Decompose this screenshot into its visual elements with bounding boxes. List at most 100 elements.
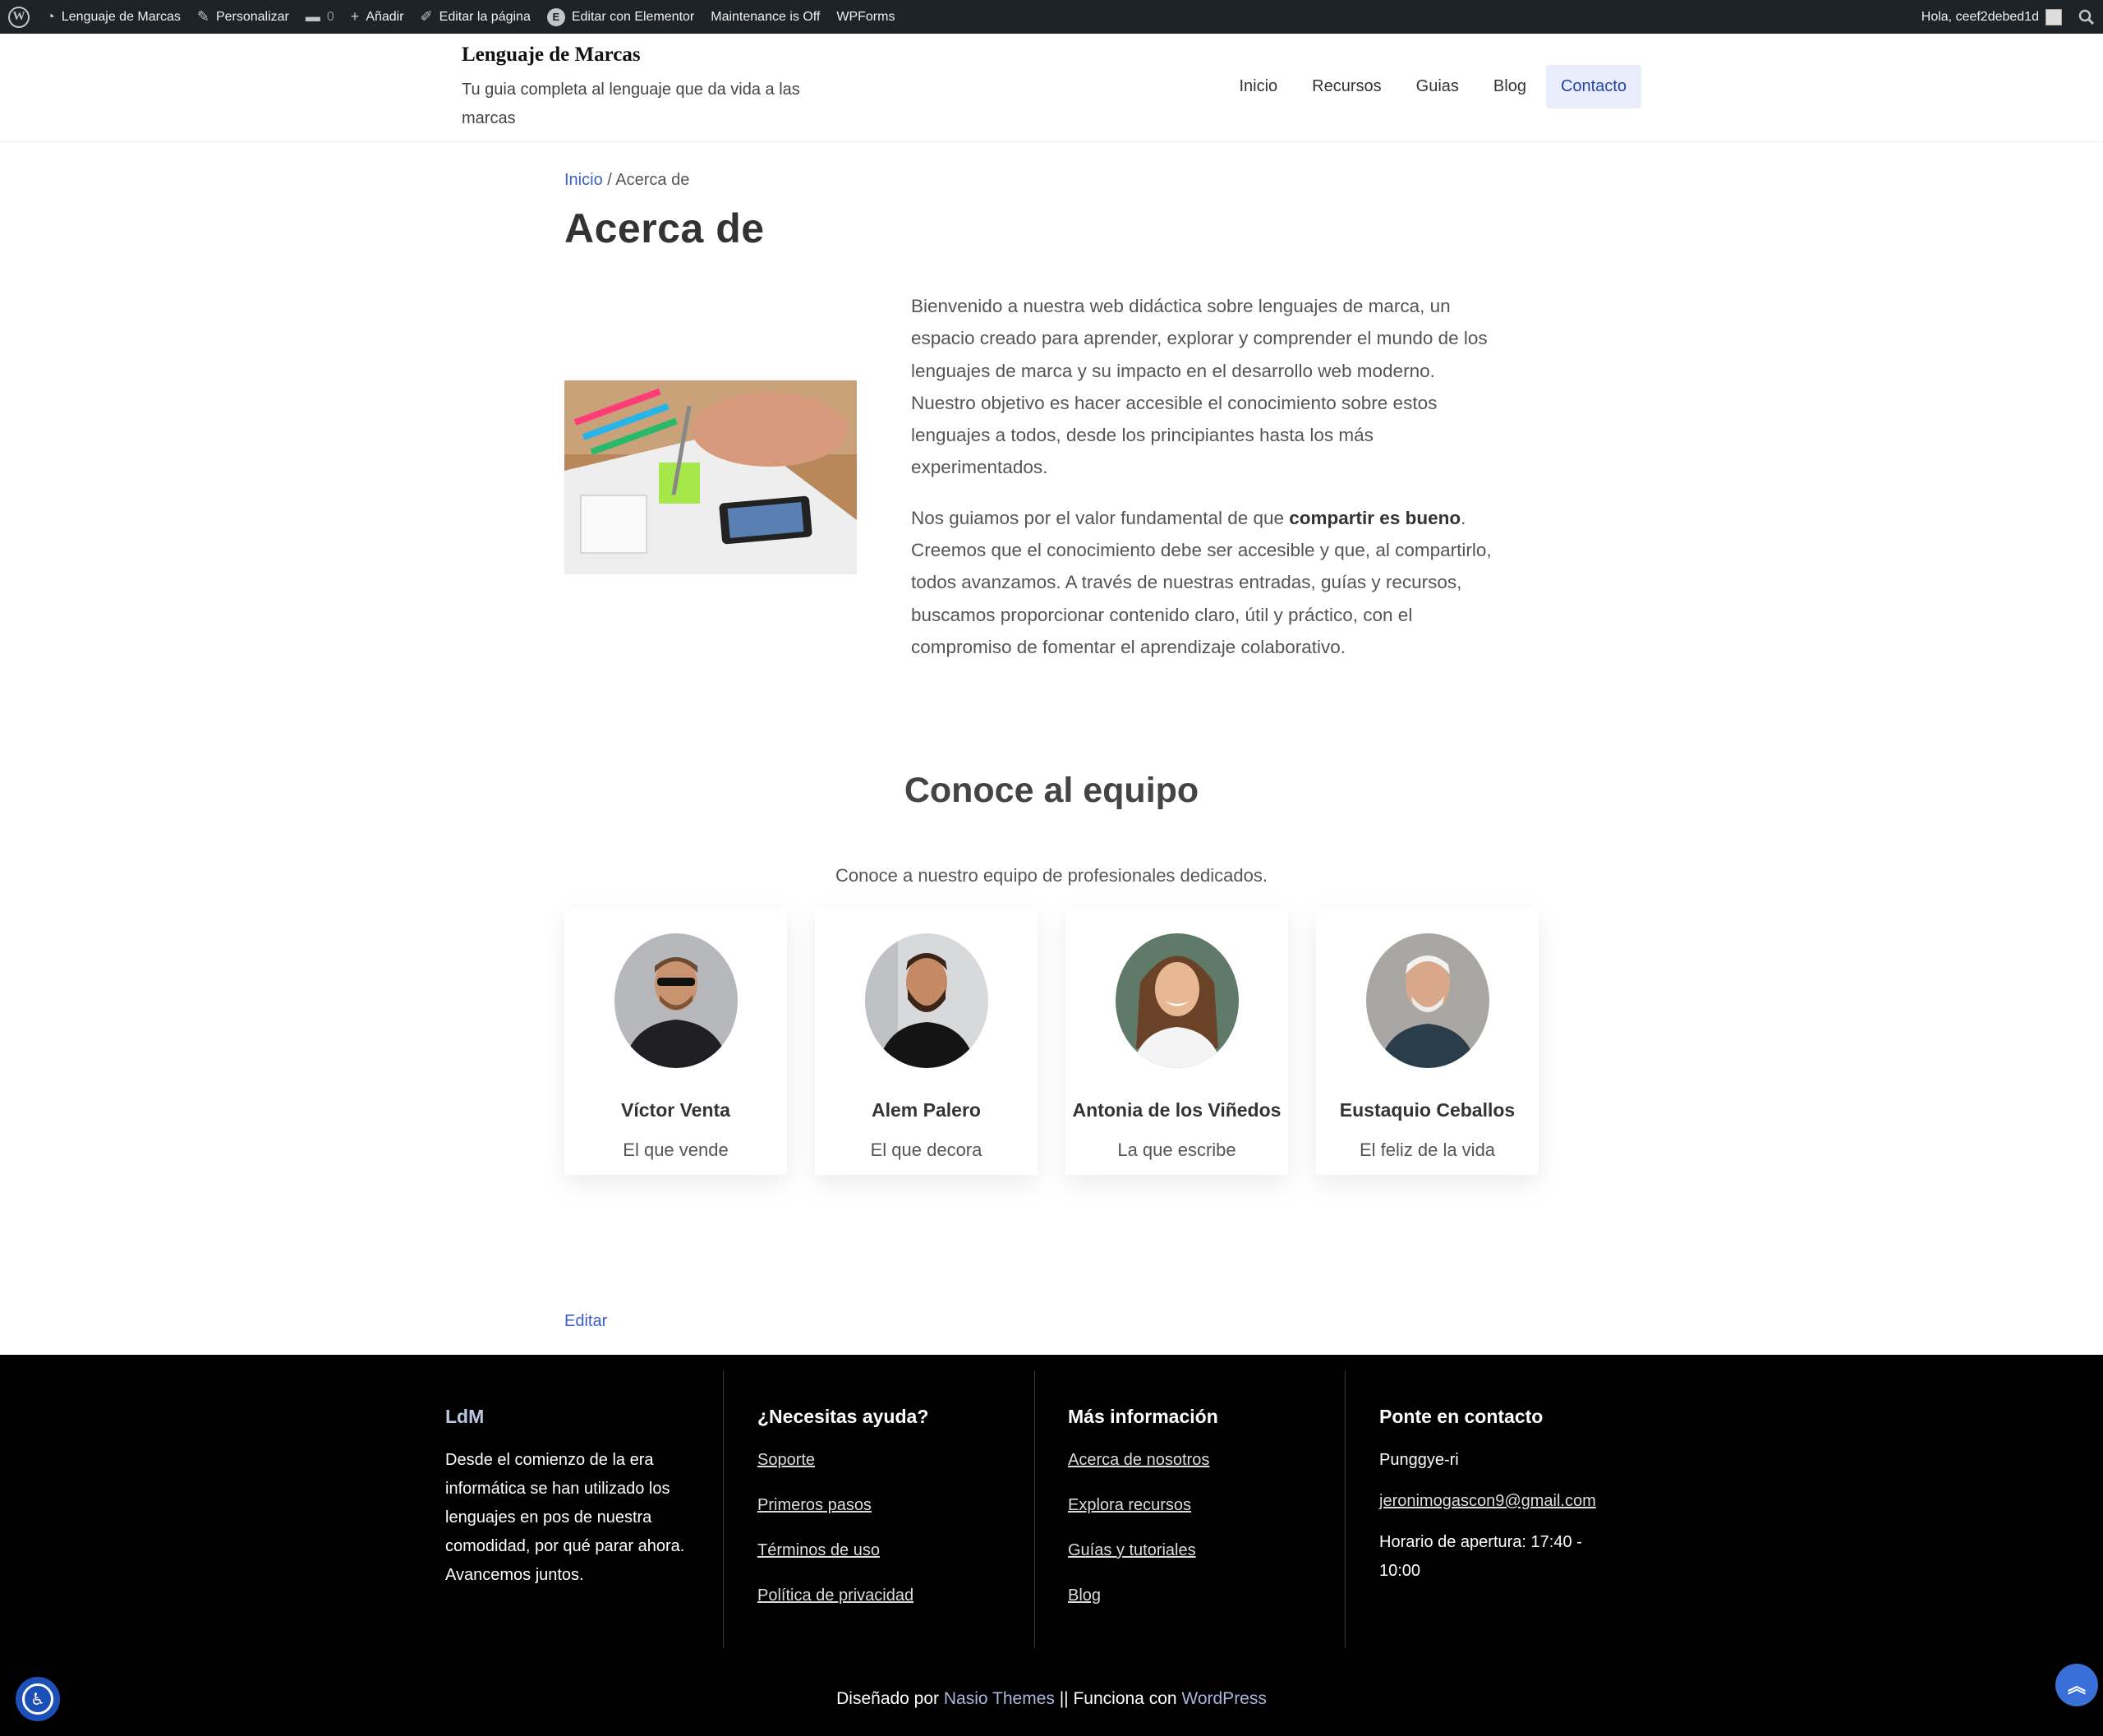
footer-col-about: LdM Desde el comienzo de la era informát… xyxy=(445,1370,692,1648)
site-tagline: Tu guia completa al lenguaje que da vida… xyxy=(462,80,800,127)
about-text: Bienvenido a nuestra web didáctica sobre… xyxy=(911,290,1496,681)
admin-elementor-label: Editar con Elementor xyxy=(571,9,695,24)
footer-link-guias[interactable]: Guías y tutoriales xyxy=(1068,1541,1196,1559)
copyright: Diseñado por Nasio Themes || Funciona co… xyxy=(0,1689,2103,1709)
about-image xyxy=(564,380,857,574)
copyright-text: Diseñado por xyxy=(836,1689,944,1708)
team-card: Alem Palero El que decora xyxy=(815,909,1038,1175)
admin-search[interactable] xyxy=(2070,0,2103,34)
breadcrumb-home[interactable]: Inicio xyxy=(564,171,603,189)
footer-contact-email[interactable]: jeronimogascon9@gmail.com xyxy=(1379,1492,1596,1510)
admin-site-name[interactable]: ◔ Lenguaje de Marcas xyxy=(38,0,189,34)
admin-maintenance-label: Maintenance is Off xyxy=(711,9,821,24)
admin-site-name-label: Lenguaje de Marcas xyxy=(61,9,181,24)
admin-customize-label: Personalizar xyxy=(215,9,289,24)
nav-guias[interactable]: Guias xyxy=(1401,65,1474,108)
site-title[interactable]: Lenguaje de Marcas xyxy=(462,42,848,69)
admin-edit-page-label: Editar la página xyxy=(439,9,531,24)
nav-inicio[interactable]: Inicio xyxy=(1224,65,1292,108)
team-member-role: El que decora xyxy=(870,1140,982,1160)
footer-col-title: ¿Necesitas ayuda? xyxy=(757,1406,929,1427)
footer-col-help: ¿Necesitas ayuda? Soporte Primeros pasos… xyxy=(723,1370,1033,1648)
footer-contact-hours: Horario de apertura: 17:40 - 10:00 xyxy=(1379,1533,1582,1580)
team-member-photo xyxy=(614,933,738,1068)
team-member-name: Eustaquio Ceballos xyxy=(1339,1099,1516,1121)
wordpress-menu[interactable]: W xyxy=(0,0,38,34)
footer-contact-place: Punggye-ri xyxy=(1379,1451,1459,1469)
search-icon xyxy=(2078,9,2095,25)
admin-edit-page[interactable]: ✐ Editar la página xyxy=(412,0,539,34)
team-title: Conoce al equipo xyxy=(904,771,1199,810)
about-p2-text: Nos guiamos por el valor fundamental de … xyxy=(911,507,1290,528)
breadcrumb: Inicio / Acerca de xyxy=(564,171,689,190)
team-card: Antonia de los Viñedos La que escribe xyxy=(1065,909,1288,1175)
about-paragraph-1: Bienvenido a nuestra web didáctica sobre… xyxy=(911,296,1488,478)
comment-icon: ▬ xyxy=(305,8,320,25)
footer-link-terminos[interactable]: Términos de uso xyxy=(757,1541,880,1559)
admin-greeting: Hola, ceef2debed1d xyxy=(1921,9,2039,24)
team-subtitle: Conoce a nuestro equipo de profesionales… xyxy=(835,865,1268,886)
main-nav: Inicio Recursos Guias Blog Contacto xyxy=(1224,65,1641,108)
nav-contacto[interactable]: Contacto xyxy=(1545,65,1641,108)
nav-blog[interactable]: Blog xyxy=(1479,65,1541,108)
team-card: Víctor Venta El que vende xyxy=(564,909,787,1175)
nav-recursos[interactable]: Recursos xyxy=(1297,65,1396,108)
team-member-role: La que escribe xyxy=(1117,1140,1236,1160)
team-member-photo xyxy=(1115,933,1239,1068)
avatar xyxy=(2045,8,2062,25)
team-member-name: Víctor Venta xyxy=(621,1099,730,1121)
plus-icon: + xyxy=(350,8,360,25)
about-p2-text-end: . Creemos que el conocimiento debe ser a… xyxy=(911,507,1492,657)
footer-about-text: Desde el comienzo de la era informática … xyxy=(445,1451,685,1584)
team-member-name: Antonia de los Viñedos xyxy=(1072,1099,1282,1121)
admin-comments[interactable]: ▬ 0 xyxy=(297,0,343,34)
brush-icon: ✎ xyxy=(196,8,209,25)
team-member-role: El que vende xyxy=(623,1140,729,1160)
page-title: Acerca de xyxy=(564,205,765,251)
footer-col-contact: Ponte en contacto Punggye-ri jeronimogas… xyxy=(1345,1370,1616,1648)
footer-col-info: Más información Acerca de nosotros Explo… xyxy=(1034,1370,1345,1648)
admin-wpforms[interactable]: WPForms xyxy=(828,0,903,34)
wordpress-logo-icon: W xyxy=(8,6,30,28)
footer-link-soporte[interactable]: Soporte xyxy=(757,1451,815,1469)
breadcrumb-separator: / xyxy=(607,171,612,189)
footer-help-links: Soporte Primeros pasos Términos de uso P… xyxy=(757,1446,1033,1610)
footer-col-title: Ponte en contacto xyxy=(1379,1406,1544,1427)
admin-bar: W ◔ Lenguaje de Marcas ✎ Personalizar ▬ … xyxy=(0,0,2103,34)
admin-wpforms-label: WPForms xyxy=(836,9,895,24)
pencil-icon: ✐ xyxy=(420,8,433,25)
site-footer: LdM Desde el comienzo de la era informát… xyxy=(0,1355,2103,1736)
team-member-role: El feliz de la vida xyxy=(1359,1140,1496,1160)
team-member-name: Alem Palero xyxy=(872,1099,981,1121)
about-paragraph-2: Nos guiamos por el valor fundamental de … xyxy=(911,502,1496,663)
copyright-text-mid: || Funciona con xyxy=(1054,1689,1182,1708)
footer-link-primeros-pasos[interactable]: Primeros pasos xyxy=(757,1496,872,1514)
footer-col-title: Más información xyxy=(1068,1406,1218,1427)
admin-new-label: Añadir xyxy=(366,9,404,24)
dashboard-icon: ◔ xyxy=(46,8,55,25)
about-p2-highlight: compartir es bueno xyxy=(1289,507,1461,528)
breadcrumb-current: Acerca de xyxy=(615,171,690,189)
team-card: Eustaquio Ceballos El feliz de la vida xyxy=(1316,909,1539,1175)
team-cards: Víctor Venta El que vende Alem Palero El… xyxy=(564,909,1539,1175)
brand: Lenguaje de Marcas Tu guia completa al l… xyxy=(462,42,848,133)
elementor-icon: E xyxy=(546,7,565,26)
accessibility-button[interactable]: ♿ xyxy=(16,1677,60,1721)
edit-link[interactable]: Editar xyxy=(564,1312,607,1331)
admin-customize[interactable]: ✎ Personalizar xyxy=(189,0,297,34)
double-chevron-up-icon: ︽ xyxy=(2067,1676,2086,1697)
footer-link-blog[interactable]: Blog xyxy=(1068,1586,1101,1605)
footer-link-recursos[interactable]: Explora recursos xyxy=(1068,1496,1191,1514)
theme-link[interactable]: Nasio Themes xyxy=(944,1689,1055,1708)
admin-account[interactable]: Hola, ceef2debed1d xyxy=(1913,0,2070,34)
wordpress-link[interactable]: WordPress xyxy=(1181,1689,1266,1708)
footer-link-privacidad[interactable]: Política de privacidad xyxy=(757,1586,913,1605)
admin-maintenance[interactable]: Maintenance is Off xyxy=(702,0,828,34)
footer-info-links: Acerca de nosotros Explora recursos Guía… xyxy=(1068,1446,1345,1610)
admin-edit-elementor[interactable]: E Editar con Elementor xyxy=(539,0,702,34)
site-header: Lenguaje de Marcas Tu guia completa al l… xyxy=(0,34,2103,142)
scroll-to-top-button[interactable]: ︽ xyxy=(2055,1664,2098,1706)
footer-link-acerca[interactable]: Acerca de nosotros xyxy=(1068,1451,1209,1469)
team-member-photo xyxy=(864,933,988,1068)
admin-new-content[interactable]: + Añadir xyxy=(343,0,412,34)
